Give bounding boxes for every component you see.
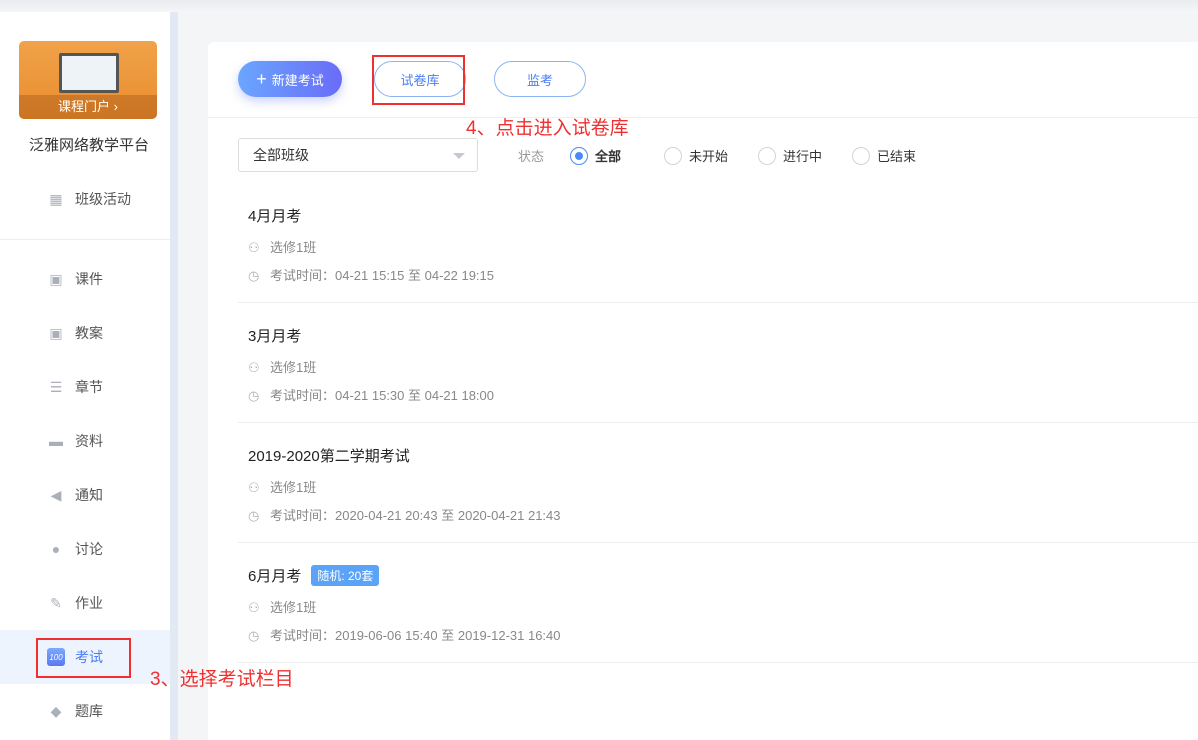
sidebar-item-chapters[interactable]: ☰ 章节 <box>0 360 170 414</box>
clock-icon: ◷ <box>248 507 260 523</box>
radio-label: 已结束 <box>877 149 917 164</box>
highlight-paper-bank <box>372 55 465 105</box>
class-select[interactable]: 全部班级 <box>238 138 478 172</box>
exam-title[interactable]: 3月月考 <box>248 325 301 346</box>
sidebar: 课程门户 › 泛雅网络教学平台 ▦ 班级活动 ▣ 课件 ▣ 教案 ☰ 章节 ▬ 资料 ◀ 通… <box>0 12 170 740</box>
sidebar-item-label: 教案 <box>75 325 103 341</box>
exam-class: ⚇ 选修1班 <box>248 477 316 496</box>
users-icon: ⚇ <box>248 599 260 615</box>
divider <box>0 239 170 240</box>
status-radio-not-started[interactable]: 未开始 <box>664 146 728 165</box>
divider <box>208 117 1198 118</box>
sidebar-item-label: 作业 <box>75 595 103 611</box>
speaker-icon: ◀ <box>50 486 62 503</box>
exam-time-text: 考试时间：2019-06-06 15:40 至 2019-12-31 16:40 <box>270 628 561 643</box>
grid-icon: ▦ <box>49 190 63 207</box>
exam-title[interactable]: 2019-2020第二学期考试 <box>248 445 410 466</box>
exam-time-text: 考试时间：04-21 15:15 至 04-22 19:15 <box>270 268 495 283</box>
sidebar-item-label: 章节 <box>75 379 103 395</box>
sidebar-item-lesson-plan[interactable]: ▣ 教案 <box>0 306 170 360</box>
status-radio-in-progress[interactable]: 进行中 <box>758 146 822 165</box>
users-icon: ⚇ <box>248 479 260 495</box>
layers-icon: ◆ <box>50 702 62 719</box>
exam-class-text: 选修1班 <box>270 480 317 495</box>
exam-item[interactable]: 2019-2020第二学期考试 ⚇ 选修1班 ◷ 考试时间：2020-04-21 2… <box>238 423 1198 543</box>
new-exam-label: 新建考试 <box>271 72 324 88</box>
class-select-value: 全部班级 <box>253 147 309 163</box>
exam-class: ⚇ 选修1班 <box>248 597 316 616</box>
sidebar-item-label: 讨论 <box>75 541 103 557</box>
plus-icon: + <box>256 68 267 89</box>
annotation-step3: 3、选择考试栏目 <box>150 669 294 690</box>
sidebar-item-discussion[interactable]: ● 讨论 <box>0 522 170 576</box>
sidebar-item-label: 班级活动 <box>75 191 131 207</box>
sidebar-item-class-activity[interactable]: ▦ 班级活动 <box>0 172 170 226</box>
exam-panel: + 新建考试 试卷库 监考 全部班级 状态 全部 未开始 进行中 已结束 4月月考… <box>208 42 1198 740</box>
dropdown-arrow-icon <box>453 153 465 159</box>
exam-class: ⚇ 选修1班 <box>248 237 316 256</box>
users-icon: ⚇ <box>248 359 260 375</box>
sidebar-item-courseware[interactable]: ▣ 课件 <box>0 252 170 306</box>
sidebar-item-label: 课件 <box>75 271 103 287</box>
exam-time: ◷ 考试时间：2020-04-21 20:43 至 2020-04-21 21:4… <box>248 505 561 524</box>
exam-class-text: 选修1班 <box>270 240 317 255</box>
sidebar-item-question-bank[interactable]: ◆ 题库 <box>0 684 170 738</box>
exam-class-text: 选修1班 <box>270 600 317 615</box>
radio-icon <box>852 146 870 165</box>
status-radio-ended[interactable]: 已结束 <box>852 146 916 165</box>
highlight-exam <box>36 638 131 678</box>
sidebar-item-notices[interactable]: ◀ 通知 <box>0 468 170 522</box>
exam-time-text: 考试时间：2020-04-21 20:43 至 2020-04-21 21:43 <box>270 508 561 523</box>
clock-icon: ◷ <box>248 387 260 403</box>
list-icon: ☰ <box>49 378 63 395</box>
proctor-button[interactable]: 监考 <box>494 61 586 97</box>
radio-label: 进行中 <box>783 149 823 164</box>
monitor-illustration <box>59 53 119 93</box>
exam-class-text: 选修1班 <box>270 360 317 375</box>
exam-item[interactable]: 4月月考 ⚇ 选修1班 ◷ 考试时间：04-21 15:15 至 04-22 19:… <box>238 183 1198 303</box>
exam-title[interactable]: 4月月考 <box>248 205 301 226</box>
exam-time-text: 考试时间：04-21 15:30 至 04-21 18:00 <box>270 388 495 403</box>
radio-icon <box>664 146 682 165</box>
folder-icon: ▬ <box>49 433 63 449</box>
sidebar-item-materials[interactable]: ▬ 资料 <box>0 414 170 468</box>
sidebar-item-homework[interactable]: ✎ 作业 <box>0 576 170 630</box>
chat-icon: ● <box>51 541 61 557</box>
exam-class: ⚇ 选修1班 <box>248 357 316 376</box>
exam-item[interactable]: 6月月考 随机: 20套 ⚇ 选修1班 ◷ 考试时间：2019-06-06 15:40… <box>238 543 1198 663</box>
course-portal-link[interactable]: 课程门户 › <box>19 95 157 119</box>
clock-icon: ◷ <box>248 267 260 283</box>
sidebar-item-label: 资料 <box>75 433 103 449</box>
users-icon: ⚇ <box>248 239 260 255</box>
radio-label: 未开始 <box>689 149 729 164</box>
radio-icon <box>758 146 776 165</box>
clock-icon: ◷ <box>248 627 260 643</box>
radio-checked-icon <box>570 146 588 165</box>
homework-icon: ✎ <box>50 594 62 611</box>
new-exam-button[interactable]: + 新建考试 <box>238 61 342 97</box>
exam-item[interactable]: 3月月考 ⚇ 选修1班 ◷ 考试时间：04-21 15:30 至 04-21 18:… <box>238 303 1198 423</box>
exam-time: ◷ 考试时间：04-21 15:30 至 04-21 18:00 <box>248 385 494 404</box>
lesson-plan-icon: ▣ <box>49 324 63 341</box>
annotation-step4: 4、点击进入试卷库 <box>466 118 629 139</box>
exam-time: ◷ 考试时间：04-21 15:15 至 04-22 19:15 <box>248 265 494 284</box>
ppt-icon: ▣ <box>49 270 63 287</box>
exam-title: 6月月考 <box>248 568 302 585</box>
exam-title-row[interactable]: 6月月考 随机: 20套 <box>248 565 380 586</box>
status-label: 状态 <box>518 149 545 164</box>
platform-name: 泛雅网络教学平台 <box>28 137 149 154</box>
sidebar-item-label: 通知 <box>75 487 103 503</box>
sidebar-item-label: 题库 <box>75 703 103 719</box>
exam-time: ◷ 考试时间：2019-06-06 15:40 至 2019-12-31 16:4… <box>248 625 561 644</box>
top-bar <box>0 0 1198 12</box>
sidebar-edge <box>170 12 178 740</box>
course-portal-banner[interactable]: 课程门户 › <box>19 41 157 119</box>
status-radio-all[interactable]: 全部 <box>570 146 621 165</box>
random-badge: 随机: 20套 <box>311 565 380 586</box>
radio-label: 全部 <box>595 149 622 164</box>
